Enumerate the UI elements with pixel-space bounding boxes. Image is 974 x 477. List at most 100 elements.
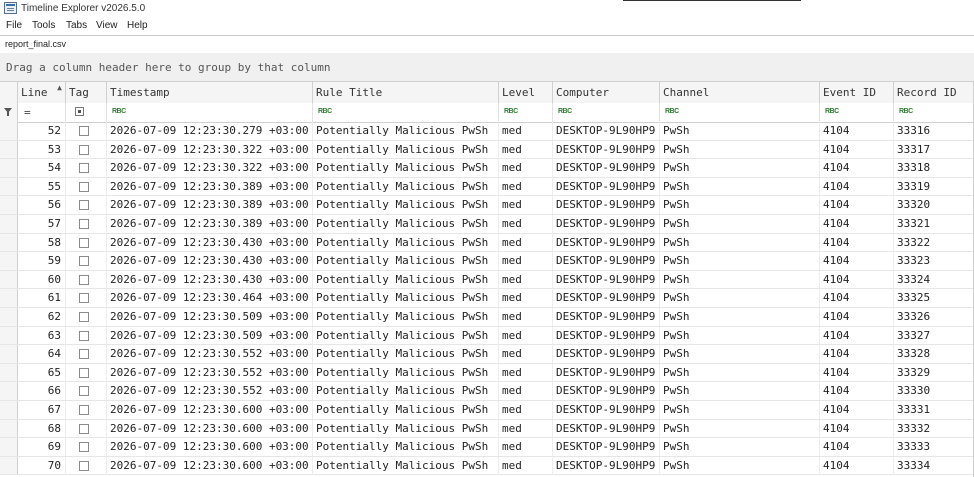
cell-timestamp[interactable]: 2026-07-09 12:23:30.464 +03:00: [107, 289, 313, 308]
cell-record-id[interactable]: 33331: [894, 401, 974, 419]
cell-event-id[interactable]: 4104: [820, 215, 894, 233]
cell-timestamp[interactable]: 2026-07-09 12:23:30.389 +03:00: [107, 215, 313, 233]
cell-event-id[interactable]: 4104: [820, 326, 894, 345]
cell-event-id[interactable]: 4104: [820, 401, 894, 419]
cell-computer[interactable]: DESKTOP-9L90HP9: [553, 326, 660, 345]
menu-tabs[interactable]: Tabs: [66, 20, 87, 31]
cell-line[interactable]: 62: [18, 308, 66, 326]
cell-level[interactable]: med: [499, 308, 553, 326]
row-selector[interactable]: [0, 345, 18, 363]
cell-line[interactable]: 57: [18, 215, 66, 233]
tag-checkbox[interactable]: [79, 442, 89, 453]
cell-computer[interactable]: DESKTOP-9L90HP9: [553, 289, 660, 308]
cell-tag[interactable]: [66, 233, 107, 252]
cell-level[interactable]: med: [499, 438, 553, 457]
cell-tag[interactable]: [66, 419, 107, 438]
filter-cell-rule-title[interactable]: RBC: [313, 103, 499, 122]
cell-timestamp[interactable]: 2026-07-09 12:23:30.552 +03:00: [107, 345, 313, 364]
table-row[interactable]: 70 2026-07-09 12:23:30.600 +03:00 Potentia…: [0, 456, 974, 476]
cell-line[interactable]: 68: [18, 419, 66, 438]
table-row[interactable]: 59 2026-07-09 12:23:30.430 +03:00 Potentia…: [0, 252, 974, 271]
cell-line[interactable]: 70: [18, 456, 66, 475]
cell-tag[interactable]: [66, 456, 107, 475]
row-selector[interactable]: [0, 456, 18, 475]
cell-rule-title[interactable]: Potentially Malicious PwSh: [313, 382, 499, 401]
tag-checkbox[interactable]: [79, 423, 89, 434]
tag-checkbox[interactable]: [79, 256, 89, 267]
cell-event-id[interactable]: 4104: [820, 270, 894, 289]
menu-view[interactable]: View: [96, 20, 118, 31]
cell-level[interactable]: med: [499, 122, 553, 140]
cell-line[interactable]: 65: [18, 363, 66, 382]
filter-cell-record-id[interactable]: RBC: [894, 103, 974, 122]
cell-channel[interactable]: PwSh: [660, 456, 820, 475]
row-selector[interactable]: [0, 215, 18, 233]
table-row[interactable]: 62 2026-07-09 12:23:30.509 +03:00 Potentia…: [0, 308, 974, 327]
cell-channel[interactable]: PwSh: [660, 401, 820, 419]
table-row[interactable]: 58 2026-07-09 12:23:30.430 +03:00 Potentia…: [0, 233, 974, 253]
table-row[interactable]: 61 2026-07-09 12:23:30.464 +03:00 Potentia…: [0, 289, 974, 308]
cell-timestamp[interactable]: 2026-07-09 12:23:30.509 +03:00: [107, 326, 313, 345]
cell-tag[interactable]: [66, 196, 107, 215]
text-filter-icon[interactable]: RBC: [318, 107, 332, 117]
table-row[interactable]: 55 2026-07-09 12:23:30.389 +03:00 Potentia…: [0, 177, 974, 197]
cell-timestamp[interactable]: 2026-07-09 12:23:30.600 +03:00: [107, 401, 313, 419]
cell-event-id[interactable]: 4104: [820, 122, 894, 140]
cell-rule-title[interactable]: Potentially Malicious PwSh: [313, 401, 499, 419]
cell-computer[interactable]: DESKTOP-9L90HP9: [553, 456, 660, 475]
cell-record-id[interactable]: 33332: [894, 419, 974, 438]
row-selector[interactable]: [0, 419, 18, 438]
cell-rule-title[interactable]: Potentially Malicious PwSh: [313, 419, 499, 438]
cell-event-id[interactable]: 4104: [820, 345, 894, 364]
cell-line[interactable]: 66: [18, 382, 66, 401]
cell-tag[interactable]: [66, 326, 107, 345]
cell-rule-title[interactable]: Potentially Malicious PwSh: [313, 177, 499, 196]
cell-computer[interactable]: DESKTOP-9L90HP9: [553, 419, 660, 438]
column-header-channel[interactable]: Channel: [660, 82, 820, 103]
column-header-level[interactable]: Level: [499, 82, 553, 103]
column-header-computer[interactable]: Computer: [553, 82, 660, 103]
cell-event-id[interactable]: 4104: [820, 419, 894, 438]
cell-rule-title[interactable]: Potentially Malicious PwSh: [313, 215, 499, 233]
table-row[interactable]: 52 2026-07-09 12:23:30.279 +03:00 Potentia…: [0, 122, 974, 141]
cell-record-id[interactable]: 33322: [894, 233, 974, 252]
table-row[interactable]: 65 2026-07-09 12:23:30.552 +03:00 Potentia…: [0, 363, 974, 383]
cell-level[interactable]: med: [499, 252, 553, 271]
column-header-event-id[interactable]: Event ID: [820, 82, 894, 103]
file-tab[interactable]: report_final.csv: [5, 39, 66, 49]
cell-channel[interactable]: PwSh: [660, 270, 820, 289]
tag-checkbox[interactable]: [79, 274, 89, 285]
cell-channel[interactable]: PwSh: [660, 159, 820, 178]
cell-channel[interactable]: PwSh: [660, 122, 820, 140]
filter-cell-level[interactable]: RBC: [499, 103, 553, 122]
row-selector[interactable]: [0, 382, 18, 400]
text-filter-icon[interactable]: RBC: [504, 107, 518, 117]
cell-tag[interactable]: [66, 382, 107, 401]
cell-record-id[interactable]: 33327: [894, 326, 974, 345]
text-filter-icon[interactable]: RBC: [112, 107, 126, 117]
column-header-timestamp[interactable]: Timestamp: [107, 82, 313, 103]
cell-level[interactable]: med: [499, 382, 553, 401]
row-selector[interactable]: [0, 401, 18, 419]
cell-level[interactable]: med: [499, 345, 553, 364]
cell-record-id[interactable]: 33318: [894, 159, 974, 178]
cell-line[interactable]: 63: [18, 326, 66, 345]
cell-line[interactable]: 67: [18, 401, 66, 419]
cell-channel[interactable]: PwSh: [660, 438, 820, 457]
menu-tools[interactable]: Tools: [32, 20, 55, 31]
cell-record-id[interactable]: 33323: [894, 252, 974, 271]
column-header-record-id[interactable]: Record ID: [894, 82, 974, 103]
tag-checkbox[interactable]: [79, 144, 89, 155]
cell-timestamp[interactable]: 2026-07-09 12:23:30.600 +03:00: [107, 419, 313, 438]
cell-computer[interactable]: DESKTOP-9L90HP9: [553, 345, 660, 364]
cell-computer[interactable]: DESKTOP-9L90HP9: [553, 308, 660, 326]
cell-event-id[interactable]: 4104: [820, 233, 894, 252]
cell-record-id[interactable]: 33333: [894, 438, 974, 457]
cell-channel[interactable]: PwSh: [660, 215, 820, 233]
cell-timestamp[interactable]: 2026-07-09 12:23:30.600 +03:00: [107, 438, 313, 457]
cell-level[interactable]: med: [499, 270, 553, 289]
cell-event-id[interactable]: 4104: [820, 140, 894, 159]
table-row[interactable]: 69 2026-07-09 12:23:30.600 +03:00 Potentia…: [0, 438, 974, 457]
cell-level[interactable]: med: [499, 159, 553, 178]
cell-event-id[interactable]: 4104: [820, 252, 894, 271]
